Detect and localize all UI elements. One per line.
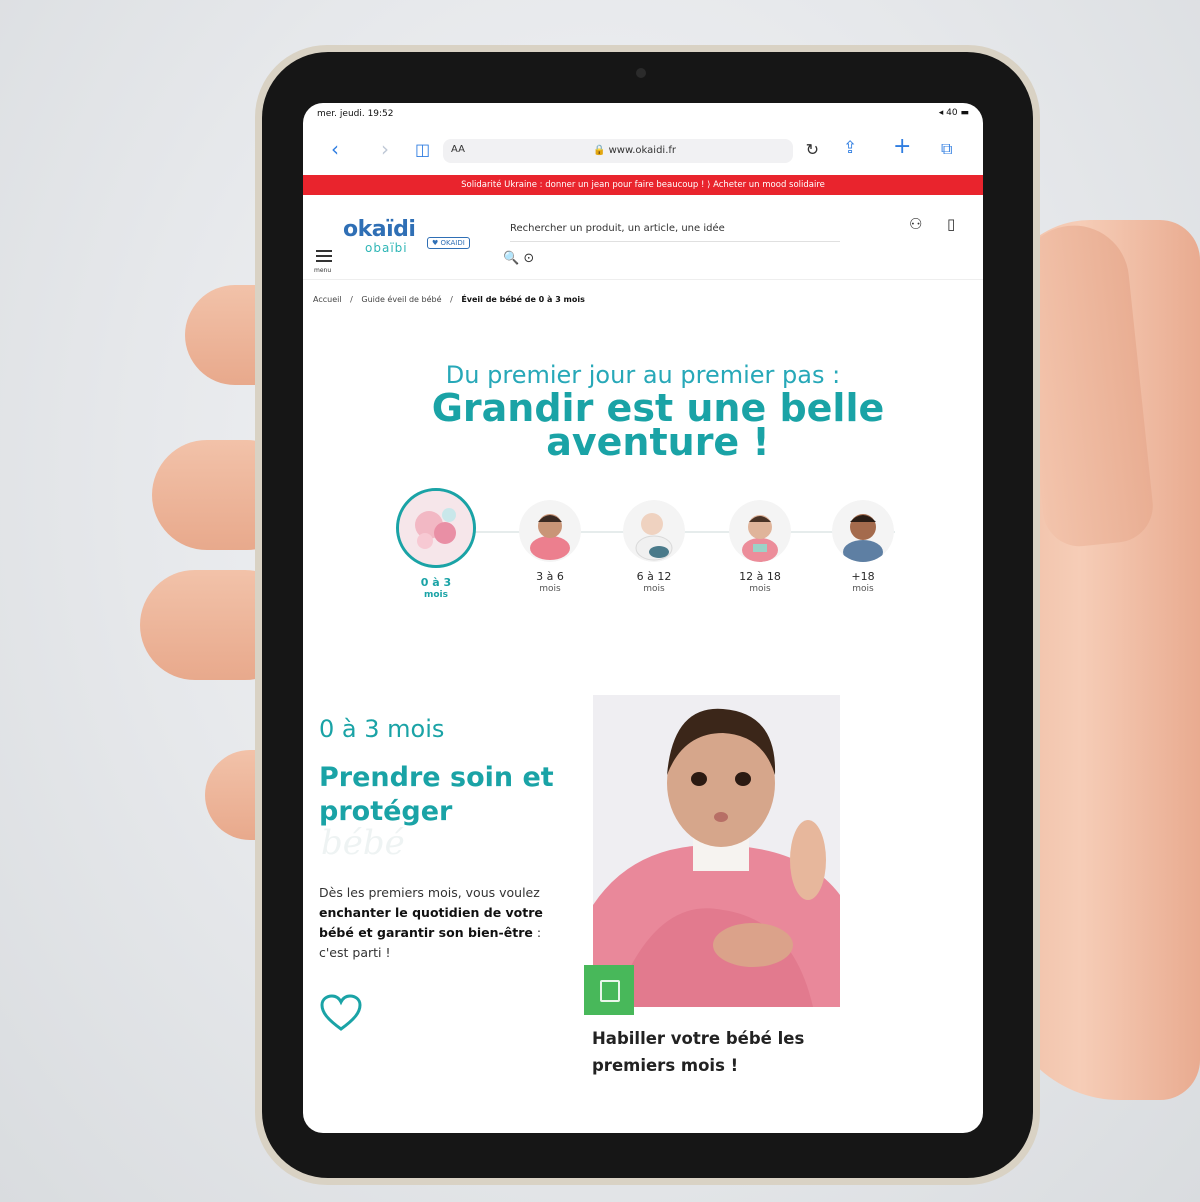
status-time: mer. jeudi. 19:52 [317,109,394,119]
logo-okaidi[interactable]: okaïdi [343,217,416,242]
age-unit: mois [539,584,561,594]
breadcrumb-separator: / [450,295,453,304]
age-unit: mois [852,584,874,594]
age-unit: mois [643,584,665,594]
promo-banner[interactable]: Solidarité Ukraine : donner un jean pour… [303,175,983,195]
section-title: Prendre soin et protéger [319,762,554,827]
tabs-icon[interactable]: ⧉ [941,139,952,159]
age-unit: mois [749,584,771,594]
search-underline [510,241,840,242]
section-age: 0 à 3 mois [319,715,445,743]
url-text[interactable]: 🔒 www.okaidi.fr [593,145,676,156]
section-text-bold: enchanter le quotidien de votre bébé et … [319,905,543,940]
hero-subtitle: Du premier jour au premier pas : [445,361,841,389]
breadcrumb-separator: / [350,295,353,304]
age-step-3-6[interactable]: 3 à 6 mois [500,500,600,594]
card-title[interactable]: Habiller votre bébé les premiers mois ! [592,1025,812,1079]
section-text-part: Dès les premiers mois, vous voulez [319,885,540,900]
site-header: menu okaïdi obaïbi ♥ OKAIDI Rechercher u… [303,199,983,280]
baby-main-photo[interactable] [593,695,840,1007]
baby-photo [396,488,476,568]
age-range: 6 à 12 [636,570,672,583]
cart-icon[interactable]: ▯ [947,215,955,233]
age-range: 3 à 6 [536,570,564,583]
status-bar: mer. jeudi. 19:52 ◂ 40 ▬ [303,103,983,125]
status-indicators: ◂ 40 ▬ [938,108,969,118]
camera-dot [636,68,646,78]
age-step-18-plus[interactable]: +18 mois [813,500,913,594]
sidebar-icon[interactable]: ◫ [415,140,430,159]
baby-photo [623,500,685,562]
age-range: 0 à 3 [420,576,452,589]
breadcrumb-home[interactable]: Accueil [313,295,342,304]
reload-icon[interactable]: ↻ [806,140,819,159]
forward-icon[interactable]: › [381,137,389,161]
section-text: Dès les premiers mois, vous voulez encha… [319,883,567,963]
age-unit: mois [423,590,448,600]
age-range: 12 à 18 [739,570,781,583]
age-step-12-18[interactable]: 12 à 18 mois [710,500,810,594]
back-icon[interactable]: ‹ [331,137,339,161]
search-icon[interactable]: 🔍 ⊙ [503,251,534,266]
search-input[interactable]: Rechercher un produit, un article, une i… [510,223,725,234]
breadcrumb-current: Éveil de bébé de 0 à 3 mois [461,295,585,304]
breadcrumb: Accueil / Guide éveil de bébé / Éveil de… [313,295,585,304]
age-step-0-3[interactable]: 0 à 3 mois [386,488,486,600]
new-tab-icon[interactable]: + [893,134,911,159]
share-icon[interactable]: ⇪ [843,138,857,158]
baby-photo [729,500,791,562]
menu-label: menu [314,267,332,274]
baby-photo [519,500,581,562]
reader-aa-button[interactable]: AA [451,144,465,155]
script-decoration: bébé [321,823,405,863]
baby-photo [832,500,894,562]
browser-toolbar: ‹ › ◫ AA 🔒 www.okaidi.fr ↻ ⇪ + ⧉ [303,129,983,173]
hero-title: Grandir est une belle aventure ! [431,386,885,464]
logo-obaibi[interactable]: obaïbi [365,241,408,255]
image-badge-icon [584,965,634,1015]
menu-icon[interactable] [316,247,332,265]
account-icon[interactable]: ⚇ [909,215,922,233]
age-step-6-12[interactable]: 6 à 12 mois [604,500,704,594]
logo-badge: ♥ OKAIDI [427,237,470,249]
breadcrumb-parent[interactable]: Guide éveil de bébé [361,295,441,304]
address-bar[interactable]: AA 🔒 www.okaidi.fr ↻ [443,139,819,163]
heart-icon[interactable] [319,993,363,1037]
age-range: +18 [851,570,875,583]
tablet-screen: mer. jeudi. 19:52 ◂ 40 ▬ ‹ › ◫ AA 🔒 www.… [303,103,983,1133]
